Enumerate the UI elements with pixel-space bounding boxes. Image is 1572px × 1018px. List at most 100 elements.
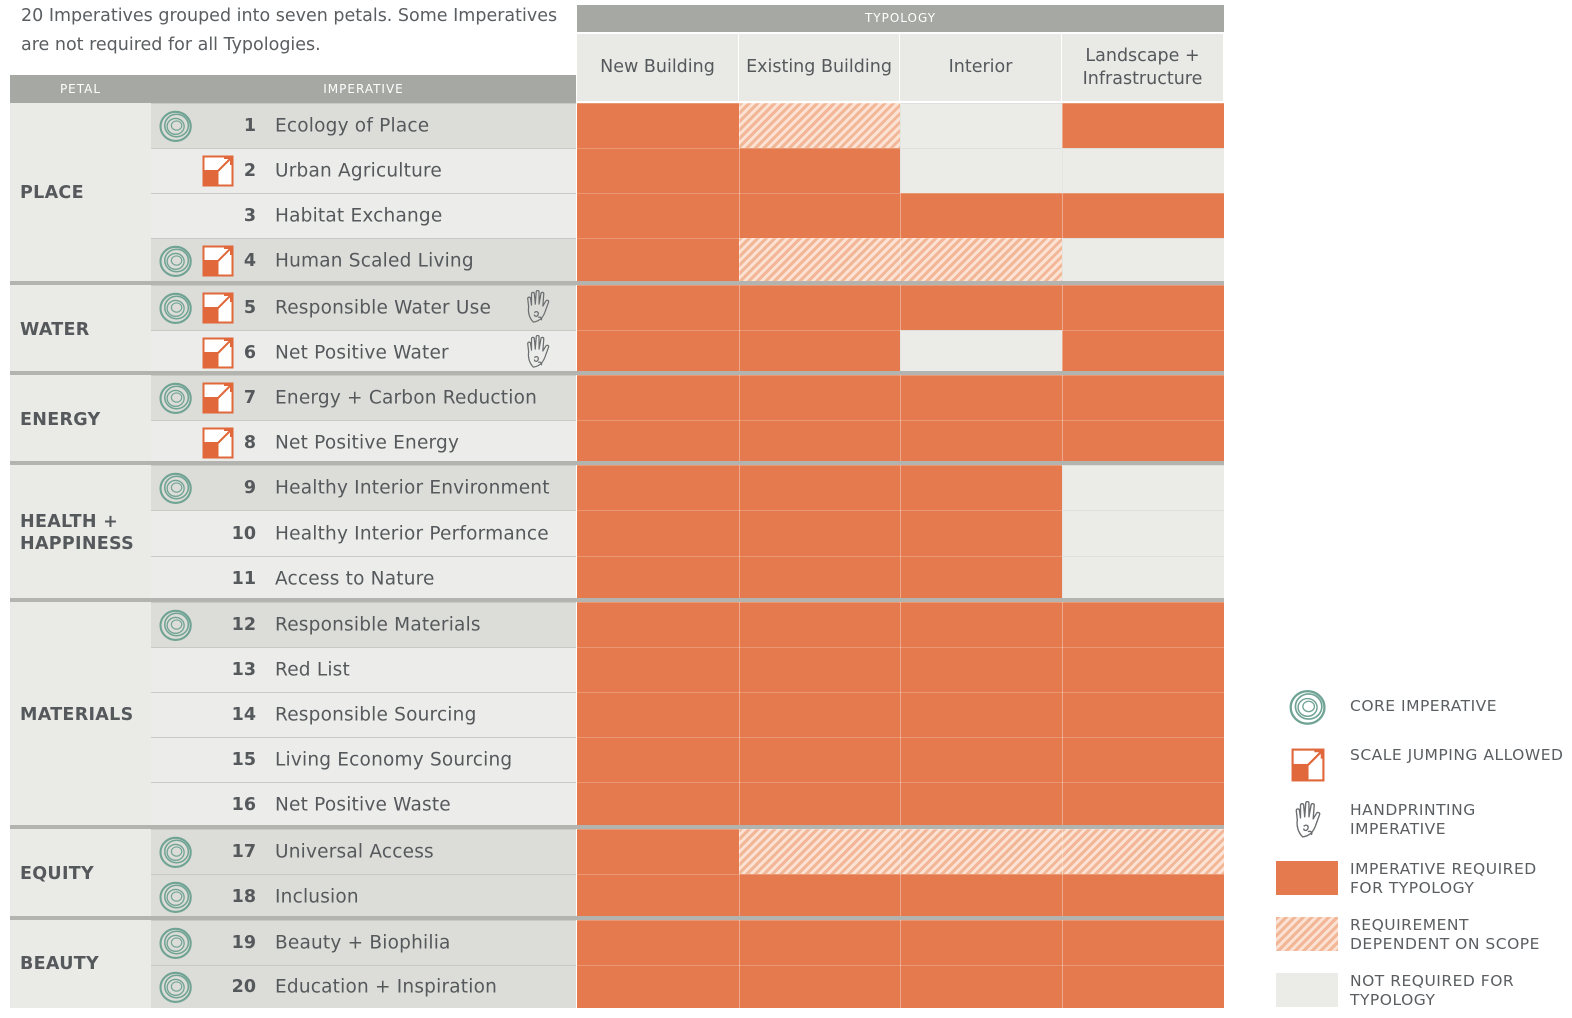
imperative-row: 1 Ecology of Place (151, 103, 576, 148)
imperative-name: Net Positive Waste (275, 794, 451, 816)
core-imperative-icon (159, 291, 193, 325)
petal-beauty: BEAUTY (10, 920, 151, 1008)
petal-name: MATERIALS (20, 704, 134, 725)
required-cell (900, 285, 1062, 330)
imperative-number: 12 (231, 615, 256, 635)
imperative-row: 17 Universal Access (151, 829, 576, 874)
petal-separator (10, 281, 1224, 285)
scope-dependent-cell (739, 103, 900, 148)
core-imperative-icon (159, 109, 193, 143)
imperative-name: Net Positive Energy (275, 432, 460, 454)
scope-dependent-cell (739, 829, 900, 874)
not-required-cell (900, 103, 1062, 148)
imperative-row: 3 Habitat Exchange (151, 193, 576, 238)
petal-separator (10, 916, 1224, 920)
required-cell (1062, 647, 1224, 692)
required-cell (739, 148, 900, 193)
required-cell (577, 965, 739, 1008)
required-cell (739, 782, 900, 827)
imperative-row: 19 Beauty + Biophilia (151, 920, 576, 965)
required-cell (739, 647, 900, 692)
grid-line (577, 647, 1224, 648)
imperative-row: 14 Responsible Sourcing (151, 692, 576, 737)
legend-label: REQUIREMENT DEPENDENT ON SCOPE (1350, 916, 1540, 953)
required-cell (1062, 920, 1224, 965)
required-cell (1062, 420, 1224, 465)
required-cell (577, 602, 739, 647)
legend-item-core: CORE IMPERATIVE (1276, 688, 1566, 734)
scale-jumping-icon (1291, 748, 1325, 786)
required-cell (577, 238, 739, 283)
imperative-number: 15 (231, 750, 256, 770)
required-cell (900, 465, 1062, 510)
imperative-number: 19 (231, 933, 256, 953)
scale-jumping-icon (202, 245, 234, 277)
legend-label: HANDPRINTING IMPERATIVE (1350, 801, 1476, 838)
petal-name: PLACE (20, 183, 84, 203)
imperative-number: 20 (231, 977, 256, 997)
required-cell (900, 965, 1062, 1008)
imperative-row: 8 Net Positive Energy (151, 420, 576, 465)
required-cell (900, 375, 1062, 420)
required-cell (577, 420, 739, 465)
required-cell (577, 103, 739, 148)
required-cell (577, 465, 739, 510)
grid-line (577, 782, 1224, 783)
scope-dependent-cell (900, 238, 1062, 283)
scale-jumping-icon (202, 382, 234, 414)
petal-energy: ENERGY (10, 375, 151, 465)
imperative-row: 12 Responsible Materials (151, 602, 576, 647)
imperative-name: Inclusion (275, 886, 359, 907)
required-cell (900, 692, 1062, 737)
core-imperative-icon (159, 970, 193, 1004)
required-cell (739, 920, 900, 965)
required-cell (739, 874, 900, 918)
typology-column-title: Landscape + Infrastructure (1062, 34, 1223, 101)
grid-line (577, 148, 1224, 149)
imperative-row: 18 Inclusion (151, 874, 576, 918)
required-cell (1062, 737, 1224, 782)
imperative-row: 5 Responsible Water Use (151, 285, 576, 330)
required-cell (900, 602, 1062, 647)
required-cell (739, 330, 900, 375)
imperative-row: 6 Net Positive Water (151, 330, 576, 375)
required-cell (900, 510, 1062, 556)
grid-line (577, 375, 1224, 376)
core-imperative-icon (159, 608, 193, 642)
not-required-cell (1062, 148, 1224, 193)
scope-dependent-cell (900, 829, 1062, 874)
required-cell (739, 737, 900, 782)
imperative-number: 13 (231, 660, 256, 680)
grid-line (577, 465, 1224, 466)
imperative-row: 10 Healthy Interior Performance (151, 510, 576, 556)
imperative-name: Beauty + Biophilia (275, 932, 451, 954)
grid-line (577, 510, 1224, 511)
imperative-row: 4 Human Scaled Living (151, 238, 576, 283)
core-imperative-icon (159, 880, 193, 914)
core-imperative-icon (159, 244, 193, 278)
required-cell (900, 420, 1062, 465)
imperative-row: 2 Urban Agriculture (151, 148, 576, 193)
imperative-name: Habitat Exchange (275, 205, 443, 227)
imperative-number: 14 (231, 705, 256, 725)
legend-label: IMPERATIVE REQUIRED FOR TYPOLOGY (1350, 860, 1537, 897)
legend-label: NOT REQUIRED FOR TYPOLOGY (1350, 972, 1515, 1009)
imperative-number: 11 (231, 568, 256, 589)
required-cell (900, 647, 1062, 692)
petal-name: BEAUTY (20, 954, 99, 974)
grid-line (577, 420, 1224, 421)
imperative-name: Energy + Carbon Reduction (275, 387, 538, 409)
typology-header: TYPOLOGY (577, 5, 1224, 32)
grid-line (577, 238, 1224, 239)
required-cell (1062, 375, 1224, 420)
required-cell (900, 556, 1062, 600)
required-cell (577, 193, 739, 238)
petal-name: HEALTH + HAPPINESS (20, 511, 135, 554)
imperative-name: Net Positive Water (275, 342, 449, 364)
not-required-cell (1062, 465, 1224, 510)
required-cell (577, 148, 739, 193)
not-required-cell (900, 330, 1062, 375)
imperative-header: IMPERATIVE (151, 75, 576, 103)
intro-text: 20 Imperatives grouped into seven petals… (21, 6, 558, 55)
imperative-row: 13 Red List (151, 647, 576, 692)
